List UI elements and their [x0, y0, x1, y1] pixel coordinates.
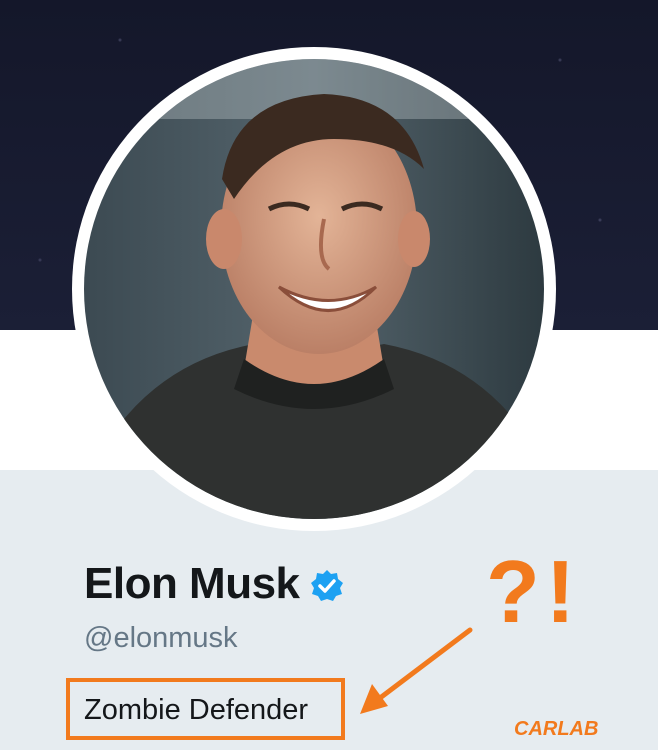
display-name[interactable]: Elon Musk	[84, 559, 300, 609]
name-row: Elon Musk	[84, 556, 344, 612]
profile-screenshot: Elon Musk @elonmusk Zombie Defender ?! C…	[0, 0, 658, 750]
annotation-exclamation: ?!	[486, 542, 582, 641]
avatar-photo	[84, 59, 544, 519]
username-handle[interactable]: @elonmusk	[84, 622, 238, 655]
watermark-text: CARLAB	[514, 718, 598, 740]
avatar[interactable]	[84, 59, 544, 519]
profile-bio: Zombie Defender	[84, 694, 309, 726]
annotation-arrow-icon	[360, 627, 473, 714]
carlab-watermark-logo: CARLAB	[514, 718, 598, 740]
verified-badge-icon	[310, 570, 343, 601]
